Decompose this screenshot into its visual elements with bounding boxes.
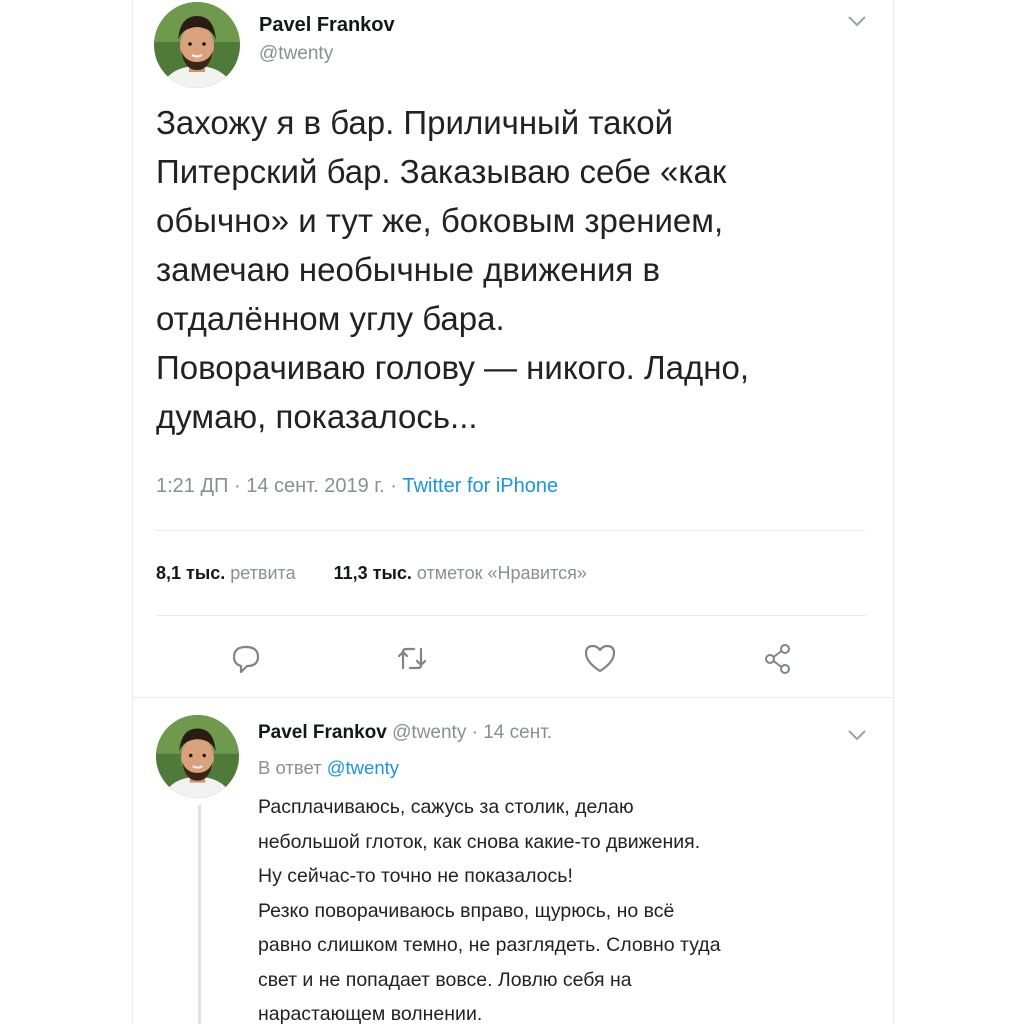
tweet-text-line: замечаю необычные движения в — [156, 251, 660, 288]
heart-icon[interactable] — [582, 640, 618, 676]
likes-stat[interactable]: 11,3 тыс. отметок «Нравится» — [334, 563, 587, 583]
tweet-text-line: обычно» и тут же, боковым зрением, — [156, 202, 724, 239]
likes-label: отметок «Нравится» — [416, 563, 587, 583]
reply-text-line: Резко поворачиваюсь вправо, щурюсь, но в… — [258, 899, 675, 922]
retweets-count: 8,1 тыс. — [156, 563, 226, 583]
avatar-photo — [154, 2, 240, 88]
tweet-text: Захожу я в бар. Приличный такой Питерски… — [156, 98, 886, 441]
reply-text-line: небольшой глоток, как снова какие-то дви… — [258, 830, 701, 853]
tweet-card: Pavel Frankov @twenty Захожу я в бар. Пр… — [132, 0, 894, 1025]
reply-to-handle[interactable]: @twenty — [327, 757, 399, 778]
retweet-icon[interactable] — [394, 640, 430, 676]
reply-date[interactable]: 14 сент. — [483, 722, 552, 743]
tweet-text-line: отдалённом углу бара. — [156, 300, 505, 337]
reply-text-line: нарастающем волнении. — [258, 1003, 483, 1025]
retweets-label: ретвита — [230, 563, 296, 583]
tweet-text-line: Питерский бар. Заказываю себе «как — [156, 153, 727, 190]
chevron-down-icon[interactable] — [846, 14, 868, 28]
avatar[interactable] — [156, 715, 239, 798]
tweet-date[interactable]: 14 сент. 2019 г. — [246, 475, 385, 497]
divider — [156, 530, 866, 531]
meta-separator: · — [233, 475, 241, 497]
reply-text-line: равно слишком темно, не разглядеть. Слов… — [258, 934, 721, 956]
thread-connector — [198, 805, 201, 1024]
meta-separator: · — [390, 475, 397, 497]
reply-to-prefix: В ответ — [258, 757, 322, 778]
avatar[interactable] — [154, 2, 240, 88]
reply-text-line: Расплачиваюсь, сажусь за столик, делаю — [258, 796, 634, 818]
chevron-down-icon[interactable] — [846, 728, 868, 742]
retweets-stat[interactable]: 8,1 тыс. ретвита — [156, 563, 301, 583]
reply-text-line: Ну сейчас-то точно не показалось! — [258, 865, 573, 887]
speech-bubble-icon[interactable] — [228, 640, 264, 676]
tweet-stats: 8,1 тыс. ретвита 11,3 тыс. отметок «Нрав… — [156, 563, 587, 584]
reply-author-handle[interactable]: @twenty — [392, 722, 466, 743]
author-handle[interactable]: @twenty — [259, 43, 333, 65]
reply-text: Расплачиваюсь, сажусь за столик, делаю н… — [258, 790, 878, 1032]
tweet-time[interactable]: 1:21 ДП — [156, 475, 228, 497]
avatar-photo — [156, 715, 239, 798]
reply-author-name[interactable]: Pavel Frankov — [258, 722, 387, 743]
card-left-edge — [132, 0, 133, 1024]
tweet-divider — [132, 697, 894, 698]
divider — [156, 615, 866, 616]
author-name[interactable]: Pavel Frankov — [259, 14, 395, 37]
likes-count: 11,3 тыс. — [333, 563, 412, 583]
reply-to: В ответ @twenty — [258, 757, 399, 779]
reply-text-line: свет и не попадает вовсе. Ловлю себя на — [258, 968, 632, 991]
reply-header: Pavel Frankov @twenty · 14 сент. — [258, 722, 552, 744]
tweet-text-line: Поворачиваю голову — никого. Ладно, — [156, 349, 750, 386]
tweet-text-line: Захожу я в бар. Приличный такой — [156, 104, 674, 141]
tweet-source-link[interactable]: Twitter for iPhone — [403, 475, 559, 497]
share-icon[interactable] — [760, 640, 796, 676]
tweet-meta: 1:21 ДП · 14 сент. 2019 г. · Twitter for… — [156, 475, 558, 498]
card-right-edge — [893, 0, 894, 1024]
tweet-text-line: думаю, показалось... — [156, 398, 478, 435]
meta-separator: · — [471, 722, 478, 743]
